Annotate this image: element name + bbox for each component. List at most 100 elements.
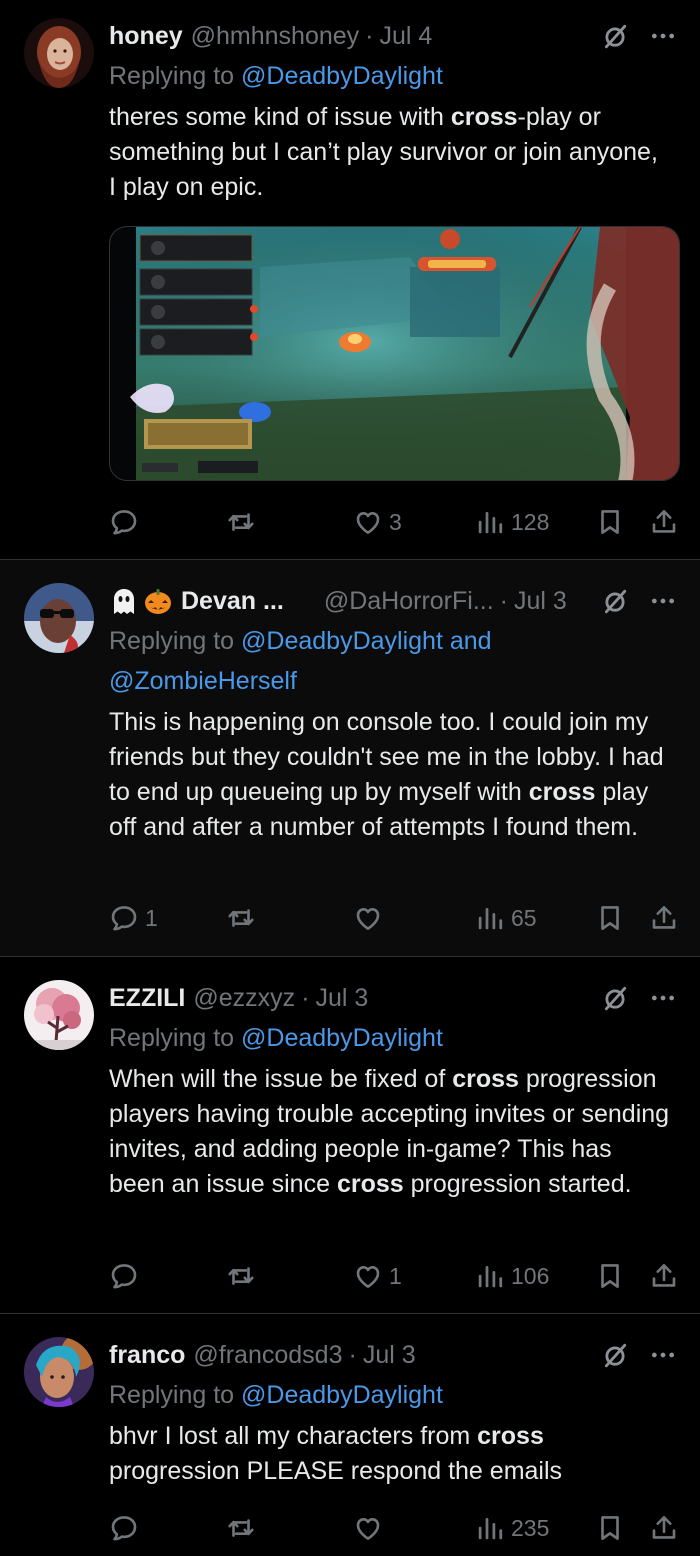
replying-prefix: Replying to (109, 1024, 235, 1052)
grok-icon[interactable] (602, 1342, 628, 1368)
views-button[interactable]: 235 (475, 1508, 549, 1548)
mention-link[interactable]: @DeadbyDaylight (241, 62, 443, 90)
share-button[interactable] (649, 1256, 679, 1296)
text-segment: bhvr I lost all my characters from (109, 1422, 478, 1450)
reply-count: 1 (145, 904, 158, 931)
avatar[interactable] (24, 1337, 94, 1407)
tweet-header: franco @francodsd3 · Jul 3 (109, 1337, 676, 1373)
mention-link[interactable]: @DeadbyDaylight (241, 1024, 443, 1052)
more-icon[interactable] (650, 588, 676, 614)
handle[interactable]: @hmhnshoney (191, 22, 360, 51)
grok-icon[interactable] (602, 985, 628, 1011)
text-segment: progression started. (403, 1170, 632, 1198)
avatar[interactable] (24, 583, 94, 653)
like-icon (356, 907, 380, 930)
handle[interactable]: @DaHorrorFi... (324, 587, 494, 616)
like-icon (356, 1265, 380, 1288)
view-count: 128 (511, 508, 550, 535)
views-icon (478, 1266, 503, 1288)
reply-button[interactable] (109, 502, 145, 542)
action-bar: 1 106 (109, 1256, 680, 1296)
timestamp[interactable]: Jul 3 (316, 984, 369, 1013)
text-segment: When will the issue be fixed of (109, 1065, 453, 1093)
grok-icon[interactable] (602, 23, 628, 49)
more-icon[interactable] (650, 23, 676, 49)
bookmark-button[interactable] (595, 1256, 625, 1296)
retweet-button[interactable] (226, 502, 262, 542)
media-image[interactable] (109, 226, 680, 481)
bookmark-button[interactable] (595, 1508, 625, 1548)
reply-icon (111, 510, 137, 535)
replying-prefix: Replying to (109, 1381, 235, 1409)
header-icons (602, 980, 676, 1016)
highlight-term: cross (528, 778, 596, 806)
tweet-header: EZZILI @ezzxyz · Jul 3 (109, 980, 676, 1016)
tweet[interactable]: Devan ... @DaHorrorFi... · Jul 3 Replyin… (0, 560, 700, 956)
reply-button[interactable] (109, 1256, 145, 1296)
highlight-term: cross (477, 1422, 544, 1450)
action-bar: 3 128 (109, 502, 680, 542)
replying-prefix: Replying to (109, 627, 235, 655)
mention-link[interactable]: @ZombieHerself (109, 667, 297, 695)
display-name[interactable]: franco (109, 1341, 185, 1370)
timestamp[interactable]: Jul 4 (379, 22, 432, 51)
jack-o-lantern-emoji (143, 586, 173, 616)
grok-icon[interactable] (602, 588, 628, 614)
retweet-button[interactable] (226, 1256, 262, 1296)
retweet-icon (228, 909, 254, 927)
separator-dot: · (301, 983, 310, 1012)
timestamp[interactable]: Jul 3 (514, 587, 567, 616)
like-icon (356, 511, 380, 534)
view-count: 106 (511, 1262, 550, 1289)
separator-dot: · (365, 21, 374, 50)
text-segment: progression PLEASE respond the emails (109, 1457, 563, 1485)
header-icons (602, 583, 676, 619)
bookmark-icon (601, 1264, 619, 1288)
display-name[interactable]: EZZILI (109, 984, 185, 1013)
display-name[interactable]: honey (109, 22, 183, 51)
tweet[interactable]: franco @francodsd3 · Jul 3 Replying to @… (0, 1314, 700, 1556)
views-button[interactable]: 128 (475, 502, 549, 542)
header-icons (602, 18, 676, 54)
highlight-term: cross (336, 1170, 404, 1198)
mention-link[interactable]: @DeadbyDaylight and (241, 627, 492, 655)
like-button[interactable]: 1 (353, 1256, 402, 1296)
handle[interactable]: @francodsd3 (193, 1341, 342, 1370)
like-button[interactable] (353, 898, 389, 938)
share-button[interactable] (649, 1508, 679, 1548)
avatar[interactable] (24, 980, 94, 1050)
replying-to: Replying to @DeadbyDaylight (109, 1018, 676, 1058)
retweet-button[interactable] (226, 898, 262, 938)
more-icon[interactable] (650, 985, 676, 1011)
like-button[interactable] (353, 1508, 389, 1548)
tweet-header: Devan ... @DaHorrorFi... · Jul 3 (109, 583, 676, 619)
ghost-emoji (109, 586, 139, 616)
bookmark-button[interactable] (595, 502, 625, 542)
like-count: 1 (389, 1262, 402, 1289)
tweet-header: honey @hmhnshoney · Jul 4 (109, 18, 676, 54)
views-button[interactable]: 65 (475, 898, 537, 938)
handle[interactable]: @ezzxyz (193, 984, 295, 1013)
display-name[interactable]: Devan ... (181, 587, 284, 616)
tweet-text: This is happening on console too. I coul… (109, 705, 670, 845)
more-icon[interactable] (650, 1342, 676, 1368)
share-button[interactable] (649, 502, 679, 542)
like-button[interactable]: 3 (353, 502, 402, 542)
mention-link[interactable]: @DeadbyDaylight (241, 1381, 443, 1409)
share-button[interactable] (649, 898, 679, 938)
retweet-button[interactable] (226, 1508, 262, 1548)
timestamp[interactable]: Jul 3 (363, 1341, 416, 1370)
tweet[interactable]: honey @hmhnshoney · Jul 4 Replying to @D… (0, 0, 700, 559)
reply-button[interactable]: 1 (109, 898, 158, 938)
retweet-icon (228, 1267, 254, 1285)
like-count: 3 (389, 508, 402, 535)
views-button[interactable]: 106 (475, 1256, 549, 1296)
avatar[interactable] (24, 18, 94, 88)
highlight-term: cross (452, 1065, 519, 1093)
replying-to: Replying to @DeadbyDaylight (109, 1375, 676, 1415)
action-bar: 1 65 (109, 898, 680, 938)
bookmark-button[interactable] (595, 898, 625, 938)
bookmark-icon (601, 1516, 619, 1540)
reply-button[interactable] (109, 1508, 145, 1548)
tweet[interactable]: EZZILI @ezzxyz · Jul 3 Replying to @Dead… (0, 957, 700, 1313)
